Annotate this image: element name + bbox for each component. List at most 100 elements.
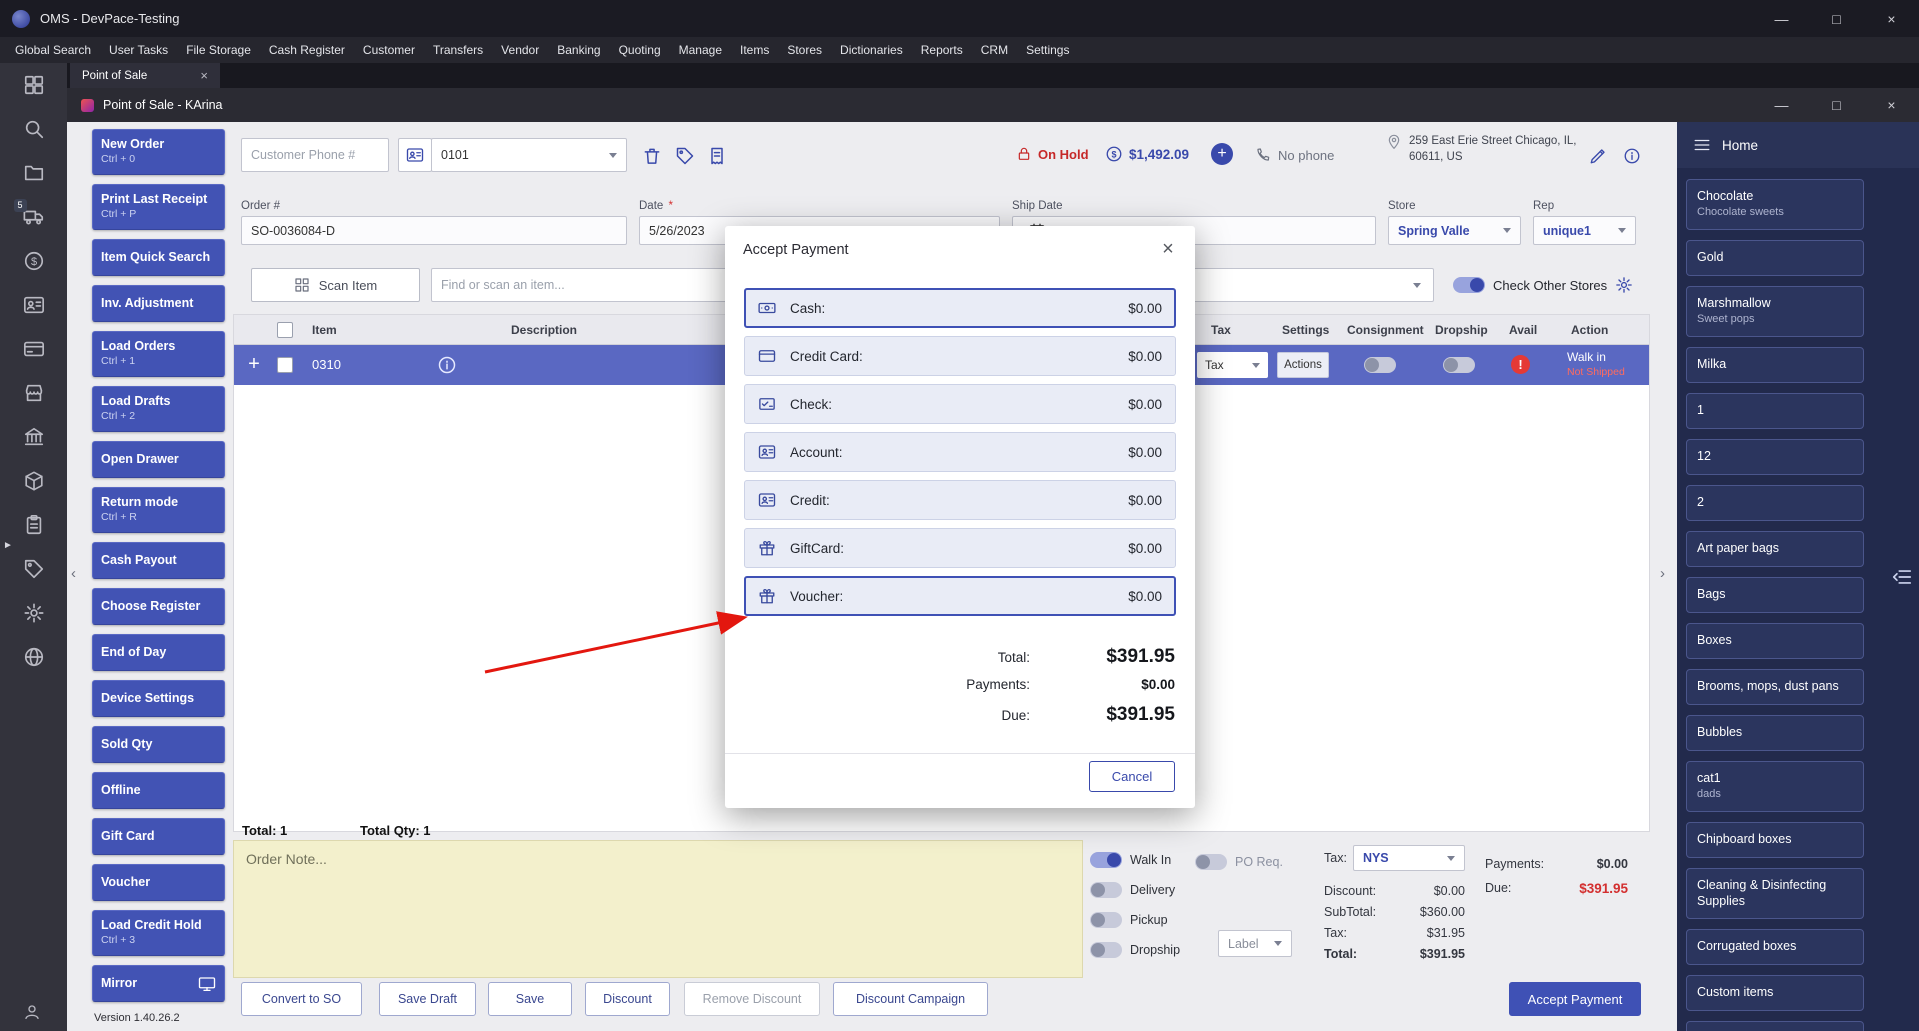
sidebar-store-icon[interactable] [23,382,45,404]
availability-warning-icon[interactable]: ! [1511,355,1530,374]
menu-cash-register[interactable]: Cash Register [260,37,354,63]
sidebar-contacts-icon[interactable] [23,294,45,316]
sidebar-button-device-settings[interactable]: Device Settings [92,680,225,717]
delete-order-button[interactable] [640,145,664,169]
register-select[interactable]: 0101 [431,138,627,172]
category-bags[interactable]: Bags [1686,577,1864,613]
sidebar-truck-icon[interactable]: 5 [13,199,45,228]
minimize-button[interactable]: — [1754,0,1809,37]
sidebar-button-load-credit-hold[interactable]: Load Credit Hold Ctrl + 3 [92,910,225,956]
payment-method-credit-card[interactable]: Credit Card: $0.00 [744,336,1176,376]
walk-in-toggle[interactable] [1090,852,1122,868]
menu-manage[interactable]: Manage [670,37,731,63]
column-header-settings[interactable]: Settings [1282,315,1329,345]
collapse-category-list-icon[interactable] [1891,566,1913,588]
sidebar-button-voucher[interactable]: Voucher [92,864,225,901]
menu-stores[interactable]: Stores [778,37,831,63]
consignment-toggle[interactable] [1364,357,1396,373]
customer-balance[interactable]: $ $1,492.09 [1105,145,1189,163]
field-order-input[interactable]: SO-0036084-D [241,216,627,245]
menu-file-storage[interactable]: File Storage [177,37,260,63]
menu-transfers[interactable]: Transfers [424,37,492,63]
sidebar-dashboard-icon[interactable] [23,74,45,96]
stores-settings-gear-icon[interactable] [1615,276,1633,294]
label-select[interactable]: Label [1218,930,1292,957]
user-profile-icon[interactable] [23,1003,41,1021]
payment-method-account[interactable]: Account: $0.00 [744,432,1176,472]
column-header-description[interactable]: Description [511,315,577,345]
check-other-stores-toggle[interactable] [1453,277,1485,293]
sidebar-button-load-drafts[interactable]: Load Drafts Ctrl + 2 [92,386,225,432]
payment-method-voucher[interactable]: Voucher: $0.00 [744,576,1176,616]
customer-info-button[interactable] [1619,143,1645,169]
sidebar-button-return-mode[interactable]: Return mode Ctrl + R [92,487,225,533]
sidebar-button-choose-register[interactable]: Choose Register [92,588,225,625]
button-save[interactable]: Save [488,982,572,1016]
hamburger-menu-icon[interactable] [1693,136,1711,154]
menu-vendor[interactable]: Vendor [492,37,548,63]
row-actions-button[interactable]: Actions [1277,352,1329,378]
sidebar-box-icon[interactable] [23,470,45,492]
menu-dictionaries[interactable]: Dictionaries [831,37,912,63]
sidebar-button-mirror[interactable]: Mirror [92,965,225,1002]
category-1[interactable]: 1 [1686,393,1864,429]
sidebar-card-icon[interactable] [23,338,45,360]
column-header-action[interactable]: Action [1571,315,1608,345]
edit-customer-button[interactable] [1585,143,1611,169]
menu-global-search[interactable]: Global Search [6,37,100,63]
sidebar-button-load-orders[interactable]: Load Orders Ctrl + 1 [92,331,225,377]
delivery-toggle[interactable] [1090,882,1122,898]
button-discount[interactable]: Discount [585,982,670,1016]
category-cat1[interactable]: cat1 dads [1686,761,1864,812]
dropship-toggle[interactable] [1090,942,1122,958]
row-checkbox[interactable] [277,357,293,373]
pos-maximize-button[interactable]: □ [1809,88,1864,122]
column-header-item[interactable]: Item [312,315,337,345]
field-rep-select[interactable]: unique1 [1533,216,1636,245]
menu-customer[interactable]: Customer [354,37,424,63]
customer-phone-input[interactable] [241,138,389,172]
pickup-toggle[interactable] [1090,912,1122,928]
expand-strip-icon[interactable]: ► [3,540,13,551]
column-header-avail[interactable]: Avail [1509,315,1537,345]
category-chipboard-boxes[interactable]: Chipboard boxes [1686,822,1864,858]
menu-user-tasks[interactable]: User Tasks [100,37,177,63]
category-marshmallow[interactable]: Marshmallow Sweet pops [1686,286,1864,337]
button-save-draft[interactable]: Save Draft [379,982,476,1016]
button-convert-to-so[interactable]: Convert to SO [241,982,362,1016]
category-brooms-mops-dust-pans[interactable]: Brooms, mops, dust pans [1686,669,1864,705]
sidebar-search-icon[interactable] [23,118,45,140]
expand-right-panel-icon[interactable]: › [1660,565,1665,582]
order-note-input[interactable] [233,840,1083,978]
category-corrugated-boxes[interactable]: Corrugated boxes [1686,929,1864,965]
item-info-icon[interactable] [437,355,457,375]
menu-banking[interactable]: Banking [548,37,609,63]
sidebar-button-item-quick-search[interactable]: Item Quick Search [92,239,225,276]
modal-close-icon[interactable]: × [1153,234,1183,264]
category-12[interactable]: 12 [1686,439,1864,475]
sidebar-folder-icon[interactable] [23,162,45,184]
tab-close-icon[interactable]: × [200,68,208,83]
menu-crm[interactable]: CRM [972,37,1017,63]
tax-select[interactable]: NYS [1352,845,1465,871]
column-header-consignment[interactable]: Consignment [1347,315,1424,345]
pos-close-button[interactable]: × [1864,88,1919,122]
sidebar-clipboard-icon[interactable] [23,514,45,536]
pos-minimize-button[interactable]: — [1754,88,1809,122]
sidebar-dollar-icon[interactable]: $ [23,250,45,272]
cancel-button[interactable]: Cancel [1089,761,1175,792]
menu-settings[interactable]: Settings [1017,37,1078,63]
add-customer-button[interactable]: + [1211,143,1233,165]
category-boxes[interactable]: Boxes [1686,623,1864,659]
sidebar-bank-icon[interactable] [23,426,45,448]
sidebar-button-open-drawer[interactable]: Open Drawer [92,441,225,478]
category-custom-items[interactable]: Custom items [1686,975,1864,1011]
sidebar-button-inv-adjustment[interactable]: Inv. Adjustment [92,285,225,322]
tags-button[interactable] [673,145,697,169]
column-header-dropship[interactable]: Dropship [1435,315,1488,345]
collapse-left-panel-icon[interactable]: ‹ [71,565,76,582]
on-hold-status[interactable]: On Hold [1016,146,1089,162]
sidebar-button-new-order[interactable]: New Order Ctrl + 0 [92,129,225,175]
sidebar-button-offline[interactable]: Offline [92,772,225,809]
field-store-select[interactable]: Spring Valle [1388,216,1521,245]
